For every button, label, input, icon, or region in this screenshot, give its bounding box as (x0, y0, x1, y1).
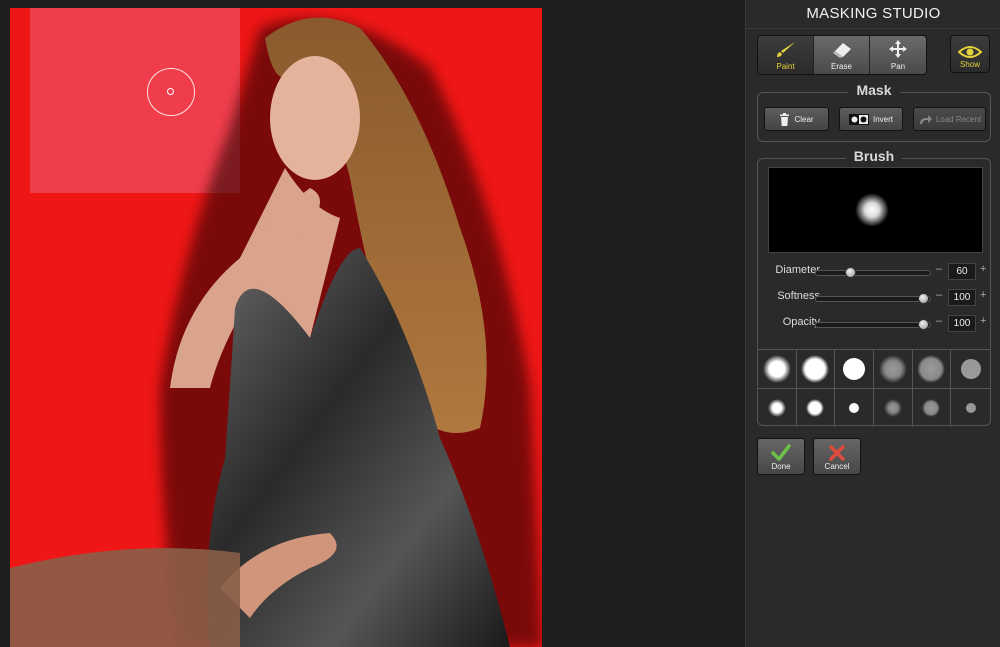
opacity-label: Opacity (782, 316, 820, 328)
brush-preset[interactable] (835, 388, 874, 427)
invert-mask-button[interactable]: Invert (839, 107, 903, 131)
canvas-area[interactable] (0, 0, 745, 647)
show-mask-button[interactable]: Show (950, 35, 990, 73)
paint-tool-label: Paint (776, 62, 795, 71)
brush-preset[interactable] (758, 350, 797, 389)
brush-preset[interactable] (835, 350, 874, 389)
paint-brush-icon (776, 42, 795, 57)
opacity-row: Opacity – 100 + (758, 313, 992, 333)
brush-presets-grid (758, 349, 990, 427)
brush-preset[interactable] (874, 388, 913, 427)
brush-section-title: Brush (845, 148, 903, 164)
brush-preview (768, 167, 983, 253)
close-icon (829, 445, 845, 461)
diameter-slider-knob[interactable] (845, 267, 857, 278)
brush-preset[interactable] (797, 388, 836, 427)
softness-value[interactable]: 100 (948, 289, 976, 306)
mask-section: Mask Clear Invert Load Recent (757, 82, 991, 142)
brush-preset[interactable] (951, 389, 990, 428)
cancel-label: Cancel (824, 462, 850, 471)
load-recent-label: Load Recent (935, 114, 982, 124)
softness-decrease-button[interactable]: – (936, 289, 942, 301)
eraser-icon (832, 43, 851, 58)
pan-tool-label: Pan (890, 62, 906, 71)
brush-preset[interactable] (951, 350, 990, 389)
opacity-increase-button[interactable]: + (980, 315, 986, 327)
brush-cursor (147, 68, 195, 116)
diameter-decrease-button[interactable]: – (936, 263, 942, 275)
clear-mask-button[interactable]: Clear (764, 107, 829, 131)
trash-icon (780, 112, 790, 126)
pan-tool-button[interactable]: Pan (870, 36, 926, 74)
load-recent-button[interactable]: Load Recent (913, 107, 986, 131)
softness-slider-knob[interactable] (918, 293, 930, 304)
cancel-button[interactable]: Cancel (813, 438, 861, 475)
diameter-value[interactable]: 60 (948, 263, 976, 280)
brush-preset[interactable] (758, 388, 797, 427)
softness-increase-button[interactable]: + (980, 289, 986, 301)
eye-icon (958, 46, 982, 58)
opacity-slider[interactable] (815, 319, 931, 330)
redo-arrow-icon (919, 114, 932, 124)
diameter-increase-button[interactable]: + (980, 263, 986, 275)
tool-group: Paint Erase Pan (757, 35, 927, 75)
brush-section: Brush Diameter – 60 + Softness – 100 + O… (757, 148, 992, 427)
done-label: Done (771, 462, 791, 471)
done-button[interactable]: Done (757, 438, 805, 475)
opacity-value[interactable]: 100 (948, 315, 976, 332)
brush-preset[interactable] (796, 350, 836, 389)
masking-panel: MASKING STUDIO Paint Erase Pan Show Mask… (745, 0, 1000, 647)
panel-title: MASKING STUDIO (746, 0, 1000, 29)
softness-slider[interactable] (815, 293, 931, 304)
mask-section-title: Mask (848, 82, 900, 98)
diameter-label: Diameter (775, 264, 820, 276)
softness-row: Softness – 100 + (758, 287, 992, 307)
diameter-row: Diameter – 60 + (758, 261, 992, 281)
opacity-slider-knob[interactable] (918, 319, 930, 330)
brush-preset[interactable] (912, 350, 952, 389)
invert-label: Invert (872, 114, 893, 124)
erase-tool-label: Erase (831, 62, 852, 71)
clear-label: Clear (794, 114, 814, 124)
invert-icon (848, 113, 869, 125)
opacity-decrease-button[interactable]: – (936, 315, 942, 327)
brush-preset[interactable] (913, 388, 952, 427)
show-label: Show (959, 60, 980, 69)
checkmark-icon (771, 444, 791, 461)
brush-preset[interactable] (874, 350, 913, 389)
subject-figure (10, 17, 542, 647)
paint-tool-button[interactable]: Paint (758, 36, 814, 74)
brush-preview-dot (855, 193, 889, 227)
erase-tool-button[interactable]: Erase (814, 36, 870, 74)
pan-arrows-icon (889, 40, 907, 58)
photo-canvas[interactable] (10, 8, 542, 647)
diameter-slider[interactable] (815, 267, 931, 278)
softness-label: Softness (777, 290, 820, 302)
